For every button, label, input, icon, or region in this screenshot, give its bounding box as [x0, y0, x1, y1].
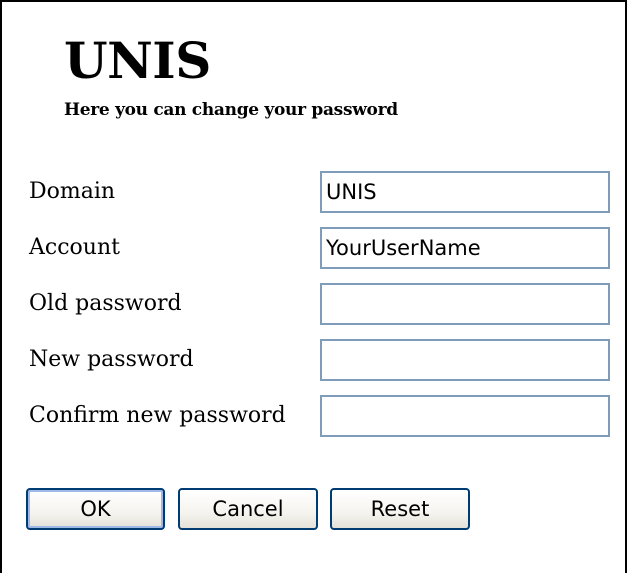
page-subtitle: Here you can change your password	[64, 100, 398, 120]
new-password-field[interactable]	[320, 339, 610, 381]
old-password-label: Old password	[29, 291, 182, 316]
confirm-password-label: Confirm new password	[29, 403, 286, 428]
domain-field[interactable]	[320, 171, 610, 213]
account-label: Account	[29, 235, 120, 260]
password-change-page: UNIS Here you can change your password D…	[0, 0, 627, 573]
account-field[interactable]	[320, 227, 610, 269]
reset-button[interactable]: Reset	[330, 488, 470, 530]
page-title: UNIS	[64, 31, 211, 90]
new-password-label: New password	[29, 347, 194, 372]
domain-label: Domain	[29, 179, 116, 204]
cancel-button[interactable]: Cancel	[178, 488, 318, 530]
ok-button[interactable]: OK	[26, 488, 165, 530]
confirm-password-field[interactable]	[320, 395, 610, 437]
old-password-field[interactable]	[320, 283, 610, 325]
